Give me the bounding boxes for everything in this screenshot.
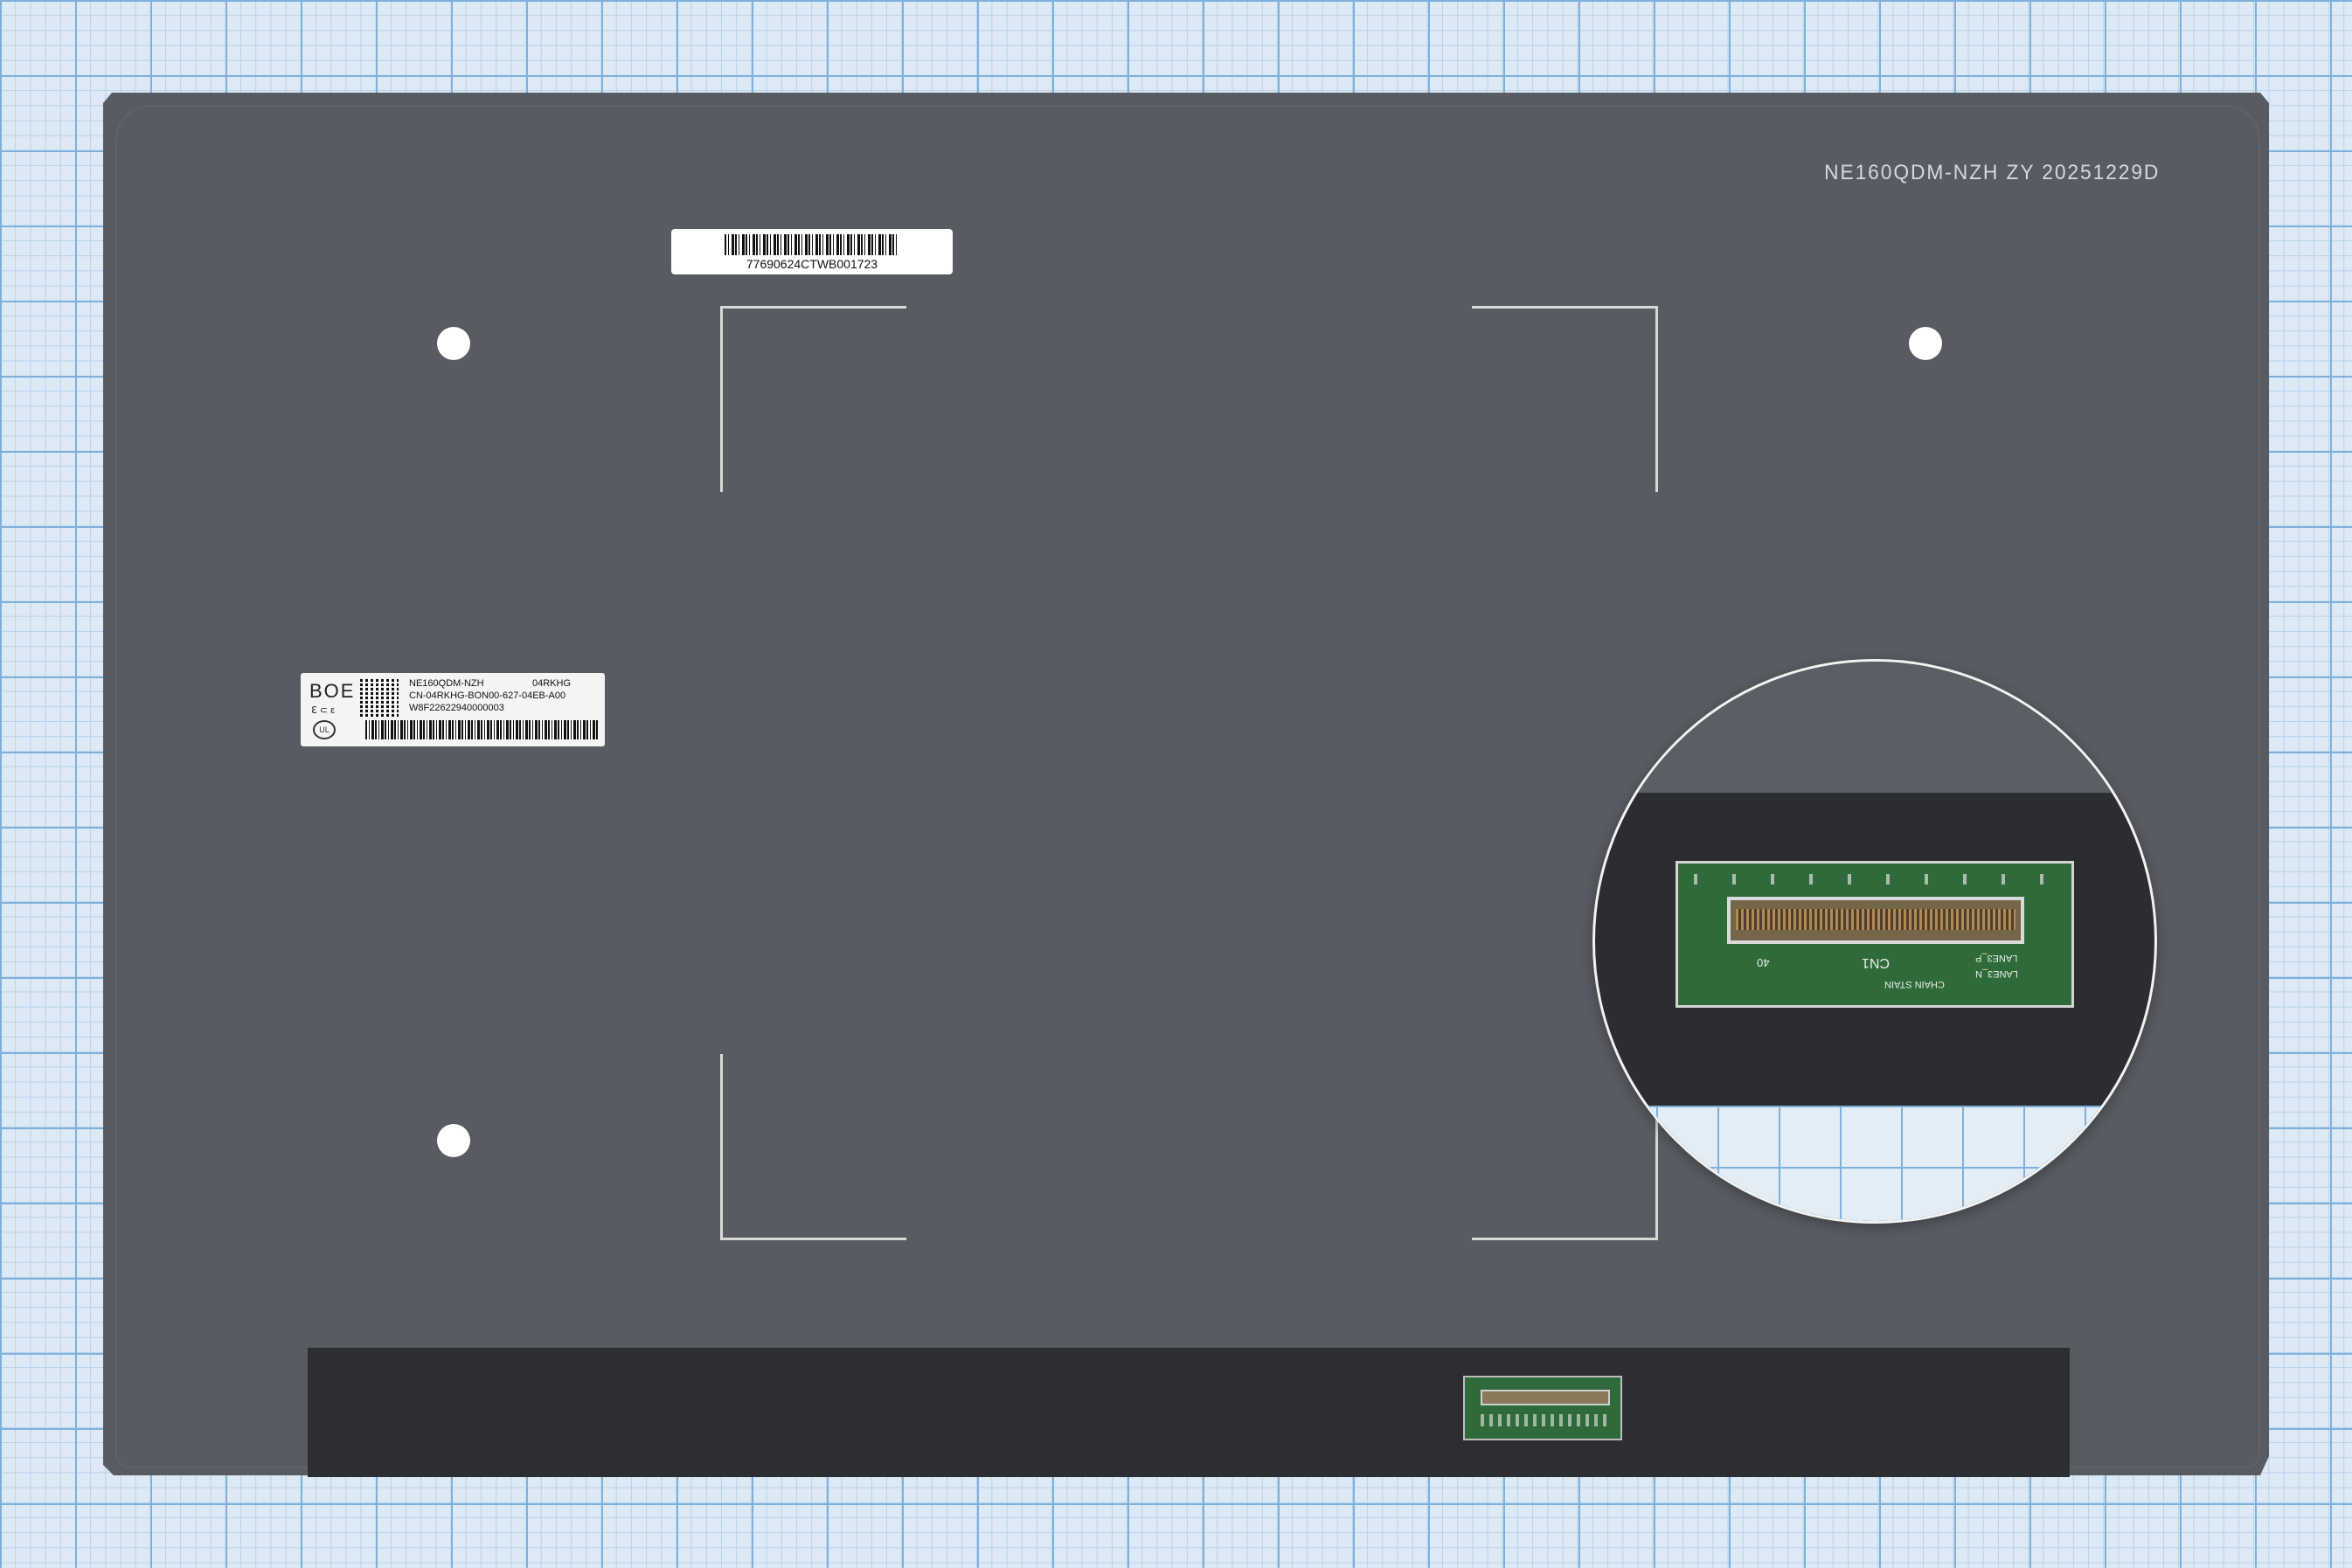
zoom-connector [1727,897,2024,944]
silk-pin-count: 40 [1757,956,1770,969]
label-part-number: 04RKHG [532,678,572,689]
pcb-traces [1481,1414,1610,1426]
zoom-panel-area [1595,662,2154,793]
boe-product-label: BOE ℇ ⊂ ε UL NE160QDM-NZH 04RKHG CN-04RK… [301,673,605,746]
alignment-mark-top-right [1472,306,1658,492]
edp-connector-board [1463,1376,1622,1440]
zoom-pcb: CN1 40 LANE3_P LANE3_N CHAIN STAIN [1676,861,2074,1008]
silk-lane-1: LANE3_P [1975,953,2018,963]
bottom-driver-strip [308,1348,2070,1477]
mount-hole-top-left [437,327,470,360]
connector-zoom-inset: CN1 40 LANE3_P LANE3_N CHAIN STAIN [1592,659,2157,1224]
boe-logo: BOE [309,680,356,702]
barcode-icon [725,234,899,255]
qr-code-icon [360,678,399,717]
label-serial: W8F22622940000003 [409,703,504,713]
serial-text: 77690624CTWB001723 [746,257,878,271]
silk-lane-2: LANE3_N [1975,968,2018,979]
model-stamp: NE160QDM-NZH ZY 20251229D [1823,161,2160,184]
silk-lane-3: CHAIN STAIN [1884,979,1945,989]
label-cn-number: CN-04RKHG-BON00-627-04EB-A00 [409,690,566,701]
alignment-mark-top-left [720,306,906,492]
connector-slot [1481,1390,1610,1405]
zoom-grid-area [1595,1106,2154,1221]
ul-icon: UL [313,720,336,739]
label-barcode-icon [365,720,598,739]
zoom-traces [1694,874,2061,885]
connector-pins [1736,909,2016,930]
certification-icons: ℇ ⊂ ε [311,705,335,716]
alignment-mark-bottom-left [720,1054,906,1240]
label-model: NE160QDM-NZH [409,678,484,689]
serial-barcode-label: 77690624CTWB001723 [671,229,953,274]
mount-hole-top-right [1909,327,1942,360]
mount-hole-bottom-left [437,1124,470,1157]
silk-cn1: CN1 [1862,955,1891,970]
